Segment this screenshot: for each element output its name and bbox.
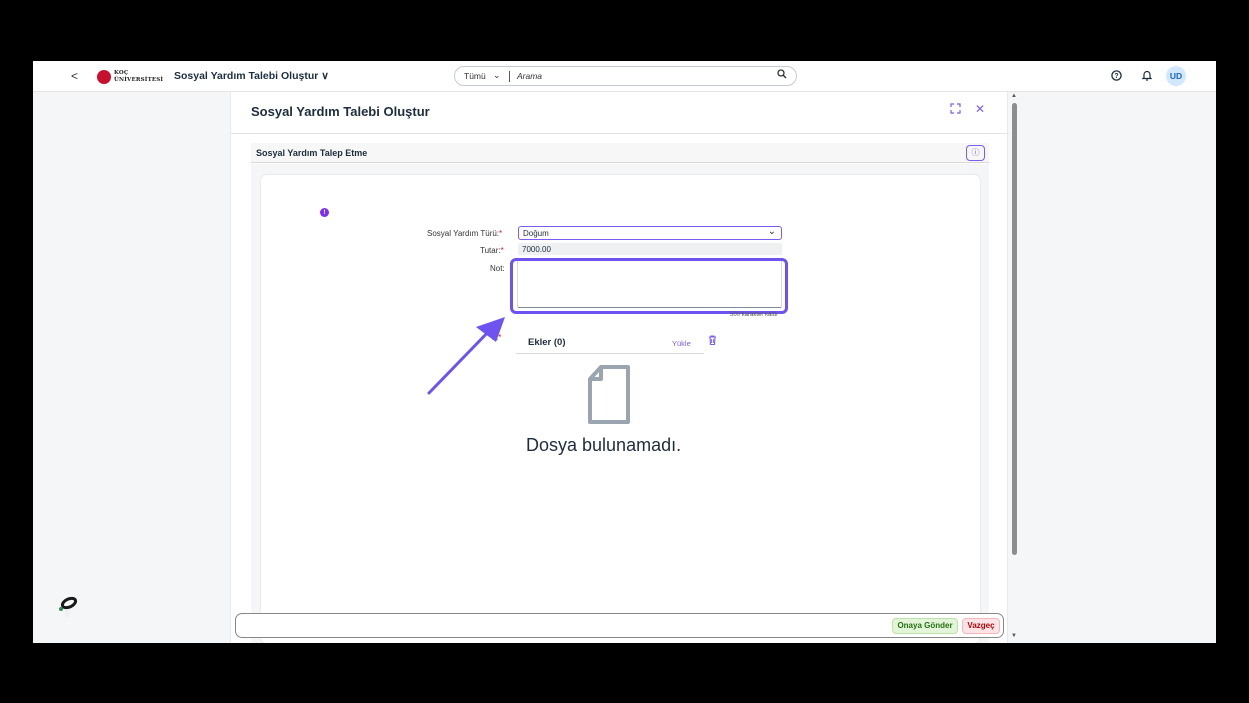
annotation-arrow xyxy=(427,317,505,395)
app-screen: < KOÇ ÜNİVERSİTESİ Sosyal Yardım Talebi O… xyxy=(33,61,1216,643)
link-tool-icon[interactable] xyxy=(57,595,79,624)
cancel-button[interactable]: Vazgeç xyxy=(962,618,1000,634)
submit-for-approval-button[interactable]: Onaya Gönder xyxy=(892,618,958,634)
scrollbar-thumb[interactable] xyxy=(1012,103,1017,555)
scroll-down-icon[interactable]: ▼ xyxy=(1011,633,1017,639)
scroll-up-icon[interactable]: ▲ xyxy=(1011,93,1017,99)
dialog-footer: Onaya Gönder Vazgeç xyxy=(235,613,1004,638)
